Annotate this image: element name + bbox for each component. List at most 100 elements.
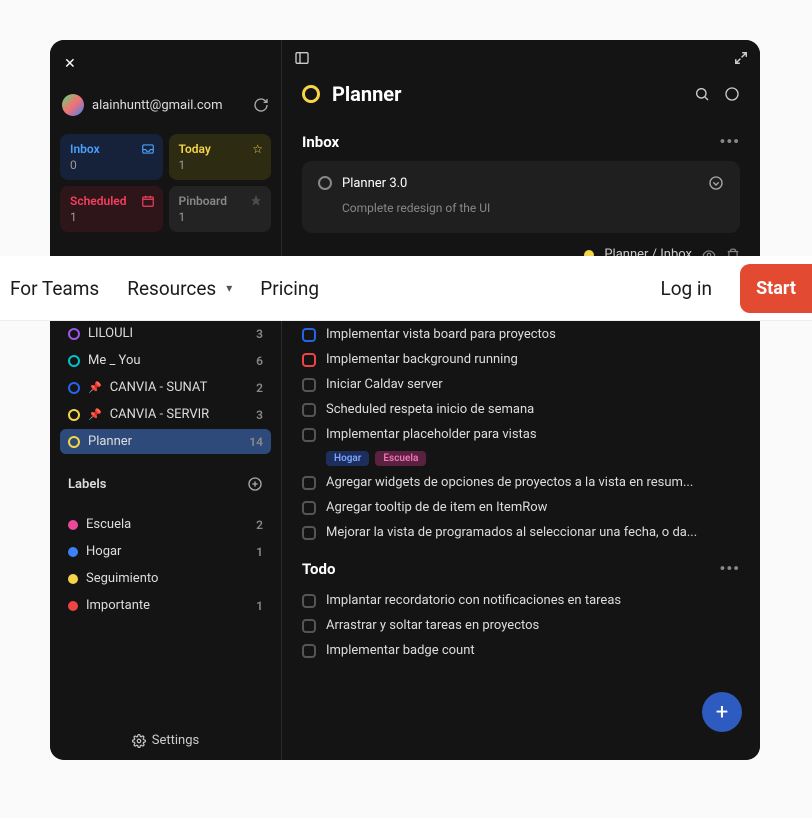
task-checkbox[interactable] [302,378,316,392]
labels-list: Escuela 2 Hogar 1 Seguimiento Importante… [60,512,271,618]
panel-toggle-icon[interactable] [294,50,310,66]
sidebar: ✕ alainhuntt@gmail.com Inbox 0 Today 1 ☆ [50,40,282,760]
task-checkbox[interactable] [302,353,316,367]
section-more-icon[interactable]: ••• [719,132,740,151]
project-item[interactable]: LILOULI 3 [60,321,271,346]
project-ring-icon [68,328,80,340]
label-name: Importante [86,598,248,613]
task-checkbox[interactable] [302,526,316,540]
label-name: Hogar [86,544,248,559]
start-button[interactable]: Start [740,264,812,313]
task-text: Implementar badge count [326,643,740,658]
task-row[interactable]: Agregar tooltip de de item en ItemRow [302,495,740,520]
menu-circle-icon[interactable] [724,86,740,102]
task-row[interactable]: Implementar placeholder para vistas [302,422,740,447]
project-item[interactable]: 📌 CANVIA - SERVIR 3 [60,402,271,427]
project-name: Planner [88,434,241,449]
featured-card[interactable]: Planner 3.0 Complete redesign of the UI [302,161,740,233]
star-icon: ☆ [252,142,263,156]
user-row[interactable]: alainhuntt@gmail.com [60,90,271,120]
card-title: Planner 3.0 [342,176,698,191]
task-checkbox[interactable] [302,428,316,442]
task-row[interactable]: Scheduled respeta inicio de semana [302,397,740,422]
inbox-icon [141,142,155,156]
project-item[interactable]: Planner 14 [60,429,271,454]
project-count: 3 [256,327,263,341]
task-text: Implementar background running [326,352,740,367]
chevron-down-icon: ▾ [226,281,232,295]
label-item[interactable]: Importante 1 [60,593,271,618]
project-ring-icon [68,436,80,448]
pin-icon: 📌 [88,381,102,394]
main-panel: Planner Inbox ••• Planner 3.0 [282,40,760,760]
close-icon[interactable]: ✕ [60,52,271,76]
app-window: ✕ alainhuntt@gmail.com Inbox 0 Today 1 ☆ [50,40,760,760]
nav-login[interactable]: Log in [660,277,712,300]
task-row[interactable]: Implementar vista board para proyectos [302,322,740,347]
project-count: 6 [256,354,263,368]
nav-teams[interactable]: For Teams [10,277,99,300]
tag-badge[interactable]: Escuela [375,451,426,466]
label-count: 1 [256,545,263,559]
site-nav: For Teams Resources ▾ Pricing Log in Sta… [0,256,812,320]
refresh-icon[interactable] [253,97,269,113]
task-row[interactable]: Agregar widgets de opciones de proyectos… [302,470,740,495]
project-item[interactable]: Me _ You 6 [60,348,271,373]
label-item[interactable]: Escuela 2 [60,512,271,537]
nav-pricing[interactable]: Pricing [260,277,319,300]
chevron-down-icon[interactable] [708,175,724,191]
label-item[interactable]: Seguimiento [60,566,271,591]
task-row[interactable]: Mejorar la vista de programados al selec… [302,520,740,545]
task-checkbox[interactable] [302,501,316,515]
task-row[interactable]: Arrastrar y soltar tareas en proyectos [302,613,740,638]
task-text: Agregar tooltip de de item en ItemRow [326,500,740,515]
nav-resources[interactable]: Resources [127,277,216,300]
label-name: Escuela [86,517,248,532]
task-checkbox[interactable] [302,594,316,608]
task-ring-icon[interactable] [318,176,332,190]
project-item[interactable]: 📌 CANVIA - SUNAT 2 [60,375,271,400]
calendar-icon [141,194,155,208]
label-name: Seguimiento [86,571,255,586]
add-task-fab[interactable]: + [702,692,742,732]
tile-inbox[interactable]: Inbox 0 [60,134,163,180]
project-name: LILOULI [88,326,248,341]
label-item[interactable]: Hogar 1 [60,539,271,564]
task-text: Implementar placeholder para vistas [326,427,740,442]
main-header: Planner [282,76,760,122]
task-row[interactable]: Implementar background running [302,347,740,372]
labels-header: Labels [60,470,271,498]
tag-badge[interactable]: Hogar [326,451,369,466]
task-checkbox[interactable] [302,644,316,658]
section-more-icon[interactable]: ••• [719,559,740,578]
project-ring-icon [68,409,80,421]
tile-today[interactable]: Today 1 ☆ [169,134,272,180]
project-name: Me _ You [88,353,248,368]
project-name: CANVIA - SUNAT [110,380,248,395]
tile-pinboard[interactable]: Pinboard 1 [169,186,272,232]
label-dot-icon [68,547,78,557]
task-checkbox[interactable] [302,476,316,490]
user-email: alainhuntt@gmail.com [92,98,245,113]
task-checkbox[interactable] [302,619,316,633]
pin-icon [249,194,263,208]
project-name: CANVIA - SERVIR [110,407,248,422]
task-row[interactable]: Iniciar Caldav server [302,372,740,397]
search-icon[interactable] [694,86,710,102]
section-inbox-title: Inbox [302,133,339,151]
settings-button[interactable]: Settings [132,733,199,748]
task-text: Implantar recordatorio con notificacione… [326,593,740,608]
section-todo-title: Todo [302,560,335,578]
project-ring-icon [68,355,80,367]
task-row[interactable]: Implantar recordatorio con notificacione… [302,588,740,613]
tile-scheduled[interactable]: Scheduled 1 [60,186,163,232]
task-text: Mejorar la vista de programados al selec… [326,525,740,540]
content-area: Inbox ••• Planner 3.0 Complete redesign … [282,122,760,760]
task-checkbox[interactable] [302,403,316,417]
avatar [62,94,84,116]
expand-icon[interactable] [734,51,748,65]
label-dot-icon [68,520,78,530]
task-row[interactable]: Implementar badge count [302,638,740,663]
task-checkbox[interactable] [302,328,316,342]
add-label-icon[interactable] [247,476,263,492]
